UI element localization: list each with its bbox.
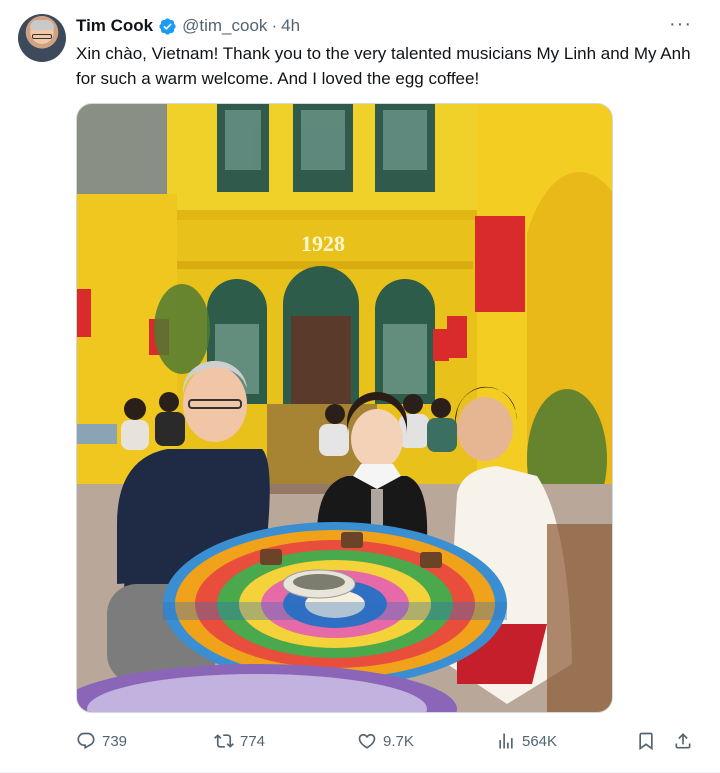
author-handle[interactable]: @tim_cook <box>182 16 267 36</box>
views-button[interactable]: 564K <box>496 727 557 755</box>
avatar[interactable] <box>18 14 66 62</box>
share-button[interactable] <box>673 727 693 755</box>
bookmark-icon <box>639 732 653 751</box>
tweet-photo[interactable]: 1928 <box>76 103 613 713</box>
author-name[interactable]: Tim Cook <box>76 16 153 36</box>
tweet[interactable]: Tim Cook @tim_cook · 4h ··· Xin chào, Vi… <box>0 0 720 773</box>
reply-icon <box>77 732 95 750</box>
like-icon <box>358 733 376 749</box>
retweet-button[interactable]: 774 <box>214 727 265 755</box>
separator-dot: · <box>271 16 278 35</box>
views-count: 564K <box>522 732 558 750</box>
like-count: 9.7K <box>383 732 414 750</box>
reply-count: 739 <box>102 732 128 750</box>
tweet-header: Tim Cook @tim_cook · 4h <box>76 15 300 37</box>
timestamp[interactable]: 4h <box>281 16 300 36</box>
more-icon[interactable]: ··· <box>669 14 692 34</box>
tweet-text: Xin chào, Vietnam! Thank you to the very… <box>76 44 691 88</box>
photo-illustration: 1928 <box>77 104 612 712</box>
like-button[interactable]: 9.7K <box>357 727 414 755</box>
bookmark-button[interactable] <box>636 727 656 755</box>
action-bar: 739 774 9.7K 564K <box>76 727 696 755</box>
reply-button[interactable]: 739 <box>76 727 127 755</box>
views-icon <box>499 733 513 749</box>
retweet-icon <box>214 734 234 748</box>
verified-badge-icon <box>159 17 176 35</box>
share-icon <box>675 733 691 749</box>
retweet-count: 774 <box>240 732 266 750</box>
photo-sign: 1928 <box>301 231 345 256</box>
